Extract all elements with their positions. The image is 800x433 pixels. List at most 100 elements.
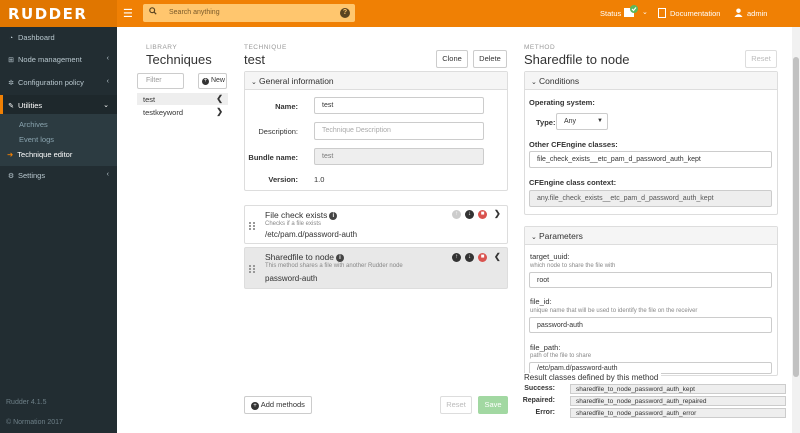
- chevron-down-icon[interactable]: ⌄: [642, 8, 648, 16]
- result-value-repaired: sharedfile_to_node_password_auth_repaire…: [570, 396, 786, 406]
- result-value-success: sharedfile_to_node_password_auth_kept: [570, 384, 786, 394]
- submenu-item-event-logs[interactable]: Event logs: [19, 135, 54, 144]
- save-technique-button[interactable]: Save: [478, 396, 508, 414]
- chevron-left-icon[interactable]: ❮: [494, 252, 501, 261]
- plus-circle-icon: +: [251, 402, 260, 410]
- sidebar-item-settings[interactable]: ⚙ Settings ‹: [0, 165, 117, 186]
- utilities-submenu: Archives Event logs ➜ Technique editor: [0, 114, 117, 166]
- result-label-success: Success:: [524, 385, 555, 392]
- chevron-left-icon: ‹: [106, 78, 109, 85]
- chevron-down-icon: ⌄: [103, 102, 109, 109]
- chevron-right-icon[interactable]: ❯: [494, 209, 501, 218]
- rudder-logo[interactable]: RUDDER: [0, 0, 117, 27]
- library-filter-input[interactable]: Filter: [137, 73, 184, 89]
- method-description: This method shares a file with another R…: [265, 263, 403, 269]
- param-value-field[interactable]: password-auth: [529, 317, 772, 333]
- name-field[interactable]: test: [314, 97, 484, 114]
- info-icon[interactable]: i: [336, 254, 344, 262]
- chevron-down-icon: ⌄: [251, 79, 257, 86]
- bundle-name-label: Bundle name:: [248, 153, 298, 162]
- param-description: unique name that will be used to identif…: [530, 308, 698, 314]
- chevron-down-icon: ⌄: [531, 234, 537, 241]
- result-value-error: sharedfile_to_node_password_auth_error: [570, 408, 786, 418]
- method-parameter: password-auth: [265, 274, 318, 283]
- status-label[interactable]: Status: [600, 9, 621, 18]
- reset-method-button[interactable]: Reset: [745, 50, 777, 68]
- technique-small-title: TECHNIQUE: [244, 44, 287, 51]
- sidebar-toggle-icon[interactable]: ☰: [123, 7, 133, 20]
- general-info-header[interactable]: ⌄ General information: [245, 72, 507, 90]
- parameters-header[interactable]: ⌄ Parameters: [525, 227, 777, 245]
- chevron-left-icon: ‹: [106, 171, 109, 178]
- library-title: Techniques: [146, 52, 212, 67]
- delete-method-icon[interactable]: ■: [478, 210, 487, 219]
- description-label: Description:: [258, 127, 298, 136]
- library-item-testkeyword[interactable]: testkeyword ❯: [137, 106, 228, 118]
- arrow-down-icon[interactable]: ↓: [465, 253, 474, 262]
- os-label: Operating system:: [529, 98, 595, 107]
- sidebar-item-dashboard[interactable]: ◔ Dashboard: [0, 27, 117, 48]
- param-description: which node to share the file with: [530, 263, 616, 269]
- sitemap-icon: ⊞: [8, 57, 14, 64]
- name-label: Name:: [275, 102, 298, 111]
- bundle-name-field: test: [314, 148, 484, 165]
- page-scrollbar[interactable]: [792, 27, 800, 433]
- user-menu[interactable]: admin: [747, 9, 767, 18]
- reset-technique-button[interactable]: Reset: [440, 396, 472, 414]
- chevron-left-icon: ‹: [106, 55, 109, 62]
- sidebar-item-node-management[interactable]: ⊞ Node management ‹: [0, 49, 117, 70]
- result-label-error: Error:: [535, 409, 555, 416]
- method-title: File check exists i: [265, 210, 338, 220]
- delete-button[interactable]: Delete: [473, 50, 507, 68]
- param-name: file_path:: [530, 343, 561, 352]
- wrench-icon: ✎: [8, 103, 14, 110]
- param-name: target_uuid:: [530, 252, 570, 261]
- description-field[interactable]: Technique Description: [314, 122, 484, 140]
- delete-method-icon[interactable]: ■: [478, 253, 487, 262]
- technique-title: test: [244, 52, 265, 67]
- library-small-title: LIBRARY: [146, 44, 178, 51]
- status-ok-icon[interactable]: [624, 5, 638, 19]
- method-description: Checks if a file exists: [265, 221, 322, 227]
- class-context-field: any.file_check_exists__etc_pam_d_passwor…: [529, 190, 772, 207]
- top-navbar: RUDDER ☰ Search anything ? Status ⌄ Docu…: [0, 0, 800, 27]
- method-card[interactable]: File check exists i Checks if a file exis…: [244, 205, 508, 244]
- plus-circle-icon: +: [202, 78, 209, 85]
- param-name: file_id:: [530, 297, 552, 306]
- info-icon[interactable]: i: [329, 212, 338, 220]
- submenu-item-technique-editor[interactable]: ➜ Technique editor: [7, 150, 72, 159]
- version-label: Version:: [268, 175, 298, 184]
- new-technique-button[interactable]: + New: [198, 73, 227, 89]
- submenu-item-archives[interactable]: Archives: [19, 120, 48, 129]
- book-icon[interactable]: [658, 8, 666, 18]
- search-icon: [149, 7, 157, 15]
- drag-handle-icon[interactable]: [249, 222, 256, 231]
- os-type-select[interactable]: Any ▼: [556, 113, 608, 130]
- method-title: Sharedfile to node i: [265, 252, 344, 262]
- param-value-field[interactable]: root: [529, 272, 772, 288]
- help-icon[interactable]: ?: [340, 8, 350, 18]
- drag-handle-icon[interactable]: [249, 265, 256, 274]
- other-classes-label: Other CFEngine classes:: [529, 140, 618, 149]
- add-methods-button[interactable]: + Add methods: [244, 396, 312, 414]
- clone-button[interactable]: Clone: [436, 50, 468, 68]
- search-input[interactable]: Search anything: [169, 9, 220, 16]
- user-icon[interactable]: [734, 8, 743, 17]
- method-small-title: METHOD: [524, 44, 556, 51]
- sidebar-item-configuration-policy[interactable]: ✲ Configuration policy ‹: [0, 72, 117, 93]
- scrollbar-thumb[interactable]: [793, 57, 799, 377]
- arrow-right-icon: ➜: [7, 150, 14, 159]
- arrow-down-icon[interactable]: ↓: [465, 210, 474, 219]
- library-item-test[interactable]: test ❮: [137, 93, 228, 105]
- search-bar[interactable]: Search anything ?: [143, 4, 355, 22]
- caret-down-icon: ▼: [597, 118, 603, 124]
- arrow-up-icon[interactable]: ↑: [452, 253, 461, 262]
- method-card[interactable]: Sharedfile to node i This method shares a…: [244, 247, 508, 289]
- arrow-up-icon[interactable]: ↑: [452, 210, 461, 219]
- other-classes-field[interactable]: file_check_exists__etc_pam_d_password_au…: [529, 151, 772, 168]
- conditions-header[interactable]: ⌄ Conditions: [525, 72, 777, 90]
- sidebar: ◔ Dashboard ⊞ Node management ‹ ✲ Configura…: [0, 27, 117, 433]
- sidebar-item-utilities[interactable]: ✎ Utilities ⌄: [0, 95, 117, 116]
- copyright-text: © Normation 2017: [6, 419, 63, 426]
- documentation-link[interactable]: Documentation: [670, 9, 720, 18]
